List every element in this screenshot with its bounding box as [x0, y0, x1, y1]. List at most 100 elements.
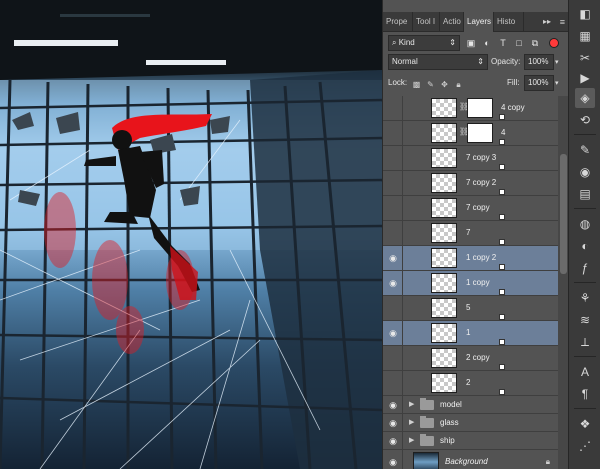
- layer-row[interactable]: ◉ 1: [383, 321, 558, 346]
- layer-filter-row: ⌕ Kind ⇕ ▣ ◐ T □ ⧉: [383, 33, 569, 53]
- layer-row[interactable]: 7 copy 2: [383, 171, 558, 196]
- paragraph-icon[interactable]: ¶: [575, 384, 595, 404]
- visibility-toggle[interactable]: ◉: [383, 246, 403, 270]
- type-filter-icon[interactable]: T: [497, 37, 509, 49]
- layer-row[interactable]: 7 copy 3: [383, 146, 558, 171]
- 3d-icon[interactable]: ❖: [575, 414, 595, 434]
- layer-group-row[interactable]: ◉ ▶ glass: [383, 414, 558, 432]
- play-icon[interactable]: ▶: [575, 68, 595, 88]
- smart-object-icon: [499, 289, 505, 295]
- layer-name: 7: [466, 228, 471, 237]
- channels-icon[interactable]: ≋: [575, 310, 595, 330]
- smart-object-icon: [499, 389, 505, 395]
- visibility-toggle[interactable]: [383, 196, 403, 220]
- document-canvas[interactable]: [0, 0, 382, 469]
- paths-icon[interactable]: ⟂: [575, 332, 595, 352]
- smart-object-icon: [499, 239, 505, 245]
- visibility-toggle[interactable]: ◉: [383, 271, 403, 295]
- smart-object-icon: [499, 189, 505, 195]
- visibility-toggle[interactable]: [383, 221, 403, 245]
- swatches-icon[interactable]: ▦: [575, 26, 595, 46]
- visibility-toggle[interactable]: [383, 296, 403, 320]
- layer-row[interactable]: 7: [383, 221, 558, 246]
- smart-object-icon: [499, 264, 505, 270]
- visibility-toggle[interactable]: [383, 96, 403, 120]
- layer-group-row[interactable]: ◉ ▶ ship: [383, 432, 558, 450]
- blend-mode-value: Normal: [392, 57, 418, 66]
- tab-tool-presets[interactable]: Tool I: [413, 12, 440, 32]
- character-icon[interactable]: A: [575, 362, 595, 382]
- visibility-toggle[interactable]: ◉: [383, 321, 403, 345]
- masks-icon[interactable]: ƒ: [575, 258, 595, 278]
- timeline-icon[interactable]: ⋰: [575, 436, 595, 456]
- layer-group-row[interactable]: ◉ ▶ model: [383, 396, 558, 414]
- color-icon[interactable]: ◧: [575, 4, 595, 24]
- expand-arrow-icon[interactable]: ▶: [409, 436, 414, 444]
- expand-arrow-icon[interactable]: ▶: [409, 400, 414, 408]
- tab-actions[interactable]: Actio: [440, 12, 464, 32]
- visibility-toggle[interactable]: [383, 371, 403, 395]
- tab-history[interactable]: Histo: [494, 12, 524, 32]
- chevron-down-icon[interactable]: ▾: [555, 58, 559, 66]
- layer-name: ship: [440, 436, 455, 445]
- adjustments-icon[interactable]: ◐: [575, 236, 595, 256]
- layer-mask-thumbnail[interactable]: [467, 98, 493, 118]
- layer-row[interactable]: 2: [383, 371, 558, 396]
- filter-toggle-icon[interactable]: [549, 38, 559, 48]
- info-icon[interactable]: ▤: [575, 184, 595, 204]
- blend-mode-select[interactable]: Normal ⇕: [388, 54, 488, 70]
- layer-row[interactable]: ⛓ 4 copy: [383, 96, 558, 121]
- layers-icon[interactable]: ◈: [575, 88, 595, 108]
- filter-kind-select[interactable]: ⌕ Kind ⇕: [388, 35, 460, 51]
- visibility-toggle[interactable]: [383, 146, 403, 170]
- scrollbar-thumb[interactable]: [560, 154, 567, 274]
- tab-layers[interactable]: Layers: [464, 12, 494, 32]
- opacity-field[interactable]: 100%: [524, 54, 554, 70]
- visibility-toggle[interactable]: [383, 346, 403, 370]
- lock-pixels-icon[interactable]: ✎: [425, 79, 436, 90]
- visibility-toggle[interactable]: [383, 121, 403, 145]
- history-icon[interactable]: ⟲: [575, 110, 595, 130]
- layer-row-background[interactable]: ◉ Background 🔒︎: [383, 450, 558, 469]
- visibility-toggle[interactable]: ◉: [383, 450, 403, 469]
- layer-row[interactable]: 7 copy: [383, 196, 558, 221]
- panel-menu-icon[interactable]: ≡: [560, 12, 565, 32]
- collapse-panels-button[interactable]: ▸▸: [543, 12, 551, 32]
- layer-name: model: [440, 400, 462, 409]
- adjustment-filter-icon[interactable]: ◐: [481, 37, 493, 49]
- layer-row[interactable]: ⛓ 4: [383, 121, 558, 146]
- shape-filter-icon[interactable]: □: [513, 37, 525, 49]
- layer-row[interactable]: ◉ 1 copy 2: [383, 246, 558, 271]
- smart-object-filter-icon[interactable]: ⧉: [529, 37, 541, 49]
- layer-thumbnail: [431, 148, 505, 170]
- panel-icon-strip: ◧ ▦ ✂ ▶ ◈ ⟲ ✎ ◉ ▤ ◍ ◐ ƒ ⚘ ≋ ⟂ A ¶ ❖ ⋰: [568, 0, 600, 469]
- chevron-down-icon[interactable]: ▾: [555, 79, 559, 87]
- lock-label: Lock:: [388, 78, 408, 87]
- navigator-icon[interactable]: ◉: [575, 162, 595, 182]
- eye-icon: ◉: [389, 418, 397, 428]
- fill-field[interactable]: 100%: [524, 75, 554, 91]
- expand-arrow-icon[interactable]: ▶: [409, 418, 414, 426]
- tools-icon[interactable]: ✂: [575, 48, 595, 68]
- layer-row[interactable]: ◉ 1 copy: [383, 271, 558, 296]
- visibility-toggle[interactable]: ◉: [383, 432, 403, 449]
- clone-source-icon[interactable]: ⚘: [575, 288, 595, 308]
- styles-icon[interactable]: ◍: [575, 214, 595, 234]
- lock-all-icon[interactable]: 🔒︎: [453, 79, 464, 90]
- brush-settings-icon[interactable]: ✎: [575, 140, 595, 160]
- tab-properties[interactable]: Prope: [383, 12, 413, 32]
- layer-name: glass: [440, 418, 459, 427]
- strip-divider: [574, 134, 596, 135]
- layer-thumbnail: [413, 452, 439, 469]
- layer-row[interactable]: 5: [383, 296, 558, 321]
- visibility-toggle[interactable]: ◉: [383, 396, 403, 413]
- lock-transparent-icon[interactable]: ▩: [411, 79, 422, 90]
- layer-mask-thumbnail[interactable]: [467, 123, 493, 143]
- visibility-toggle[interactable]: [383, 171, 403, 195]
- layer-thumbnail: [431, 198, 505, 220]
- visibility-toggle[interactable]: ◉: [383, 414, 403, 431]
- layer-row[interactable]: 2 copy: [383, 346, 558, 371]
- lock-position-icon[interactable]: ✥: [439, 79, 450, 90]
- image-filter-icon[interactable]: ▣: [465, 37, 477, 49]
- layer-name: 1 copy: [466, 278, 490, 287]
